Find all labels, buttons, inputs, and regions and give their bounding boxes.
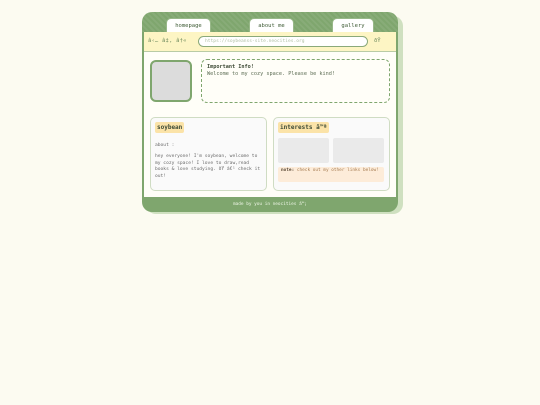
url-input[interactable]: https://soybeanss-site.neocities.org [198, 36, 368, 47]
avatar [150, 60, 192, 102]
interest-image-2[interactable] [333, 138, 384, 163]
tab-homepage[interactable]: homepage [166, 18, 211, 32]
nav-buttons[interactable]: â‹… â‡, â†« [148, 38, 187, 44]
info-title: Important Info! [207, 64, 254, 70]
note-text: check out my other links below! [296, 168, 379, 173]
profile-card: soybean about : hey everyone! I'm soybea… [150, 117, 267, 191]
interest-image-1[interactable] [278, 138, 329, 163]
note-label: note: [281, 168, 295, 173]
tab-gallery[interactable]: gallery [332, 18, 374, 32]
important-info-box: Important Info! Welcome to my cozy space… [201, 59, 390, 103]
about-label: about : [155, 143, 175, 148]
info-text: Welcome to my cozy space. Please be kind… [207, 71, 336, 77]
footer: made by you in neocities â™¡ [232, 202, 307, 207]
tab-about-me[interactable]: about me [249, 18, 294, 32]
menu-icon[interactable]: ðŸ [374, 38, 381, 44]
interests-note: note: check out my other links below! [278, 167, 384, 182]
about-text: hey everyone! I'm soybean, welcome to my… [155, 154, 261, 179]
page-content: Important Info! Welcome to my cozy space… [144, 52, 396, 197]
interests-card: interests â™ª note: check out my other l… [273, 117, 390, 191]
interests-title: interests â™ª [278, 122, 329, 133]
profile-name: soybean [155, 122, 185, 133]
browser-window: homepage about me gallery â‹… â‡, â†« ht… [142, 12, 398, 212]
address-bar-row: â‹… â‡, â†« https://soybeanss-site.neoci… [144, 32, 396, 52]
